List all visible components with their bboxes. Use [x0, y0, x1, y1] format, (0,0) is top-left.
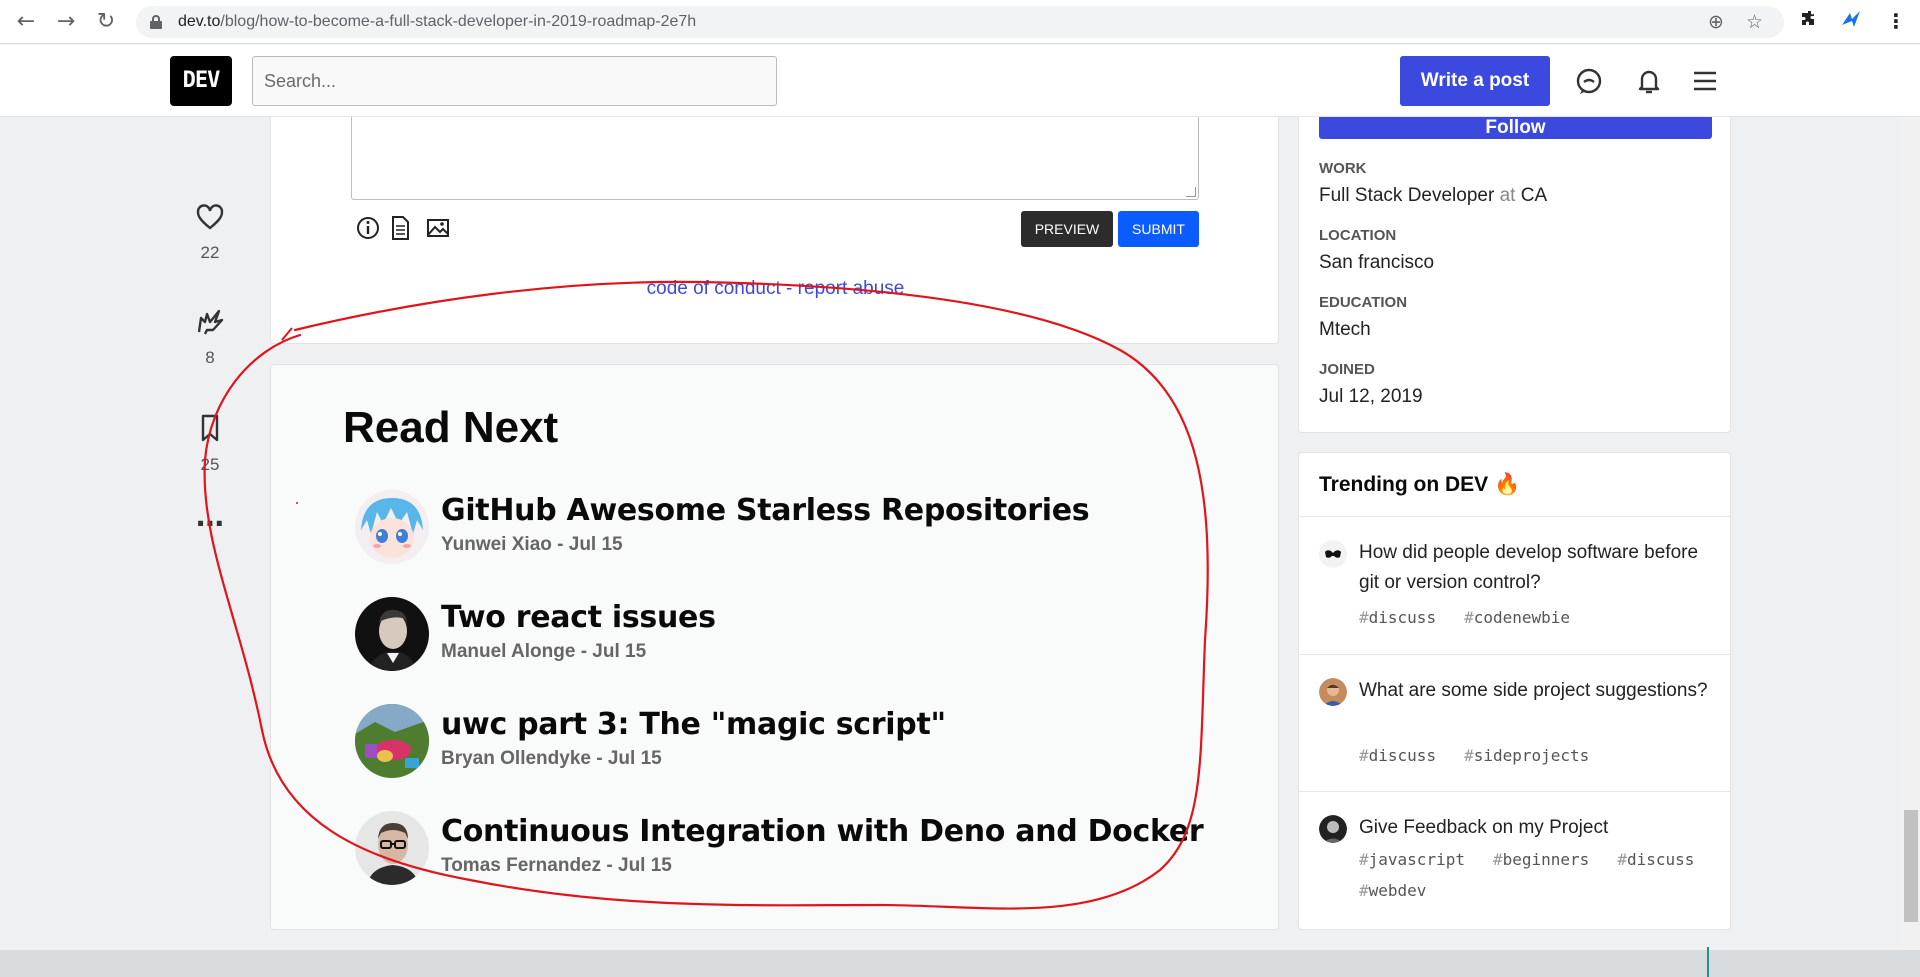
comment-form: PREVIEW SUBMIT code of conduct - report …	[270, 117, 1279, 344]
code-of-conduct-link[interactable]: code of conduct	[647, 278, 781, 299]
bookmark-reaction[interactable]: 25	[180, 413, 240, 475]
extensions-icon[interactable]	[1800, 9, 1820, 34]
preview-button[interactable]: PREVIEW	[1021, 211, 1113, 247]
follow-label: Follow	[1485, 117, 1546, 138]
author-profile-card: Follow WORK Full Stack Developer at CA L…	[1298, 117, 1731, 433]
location-value: San francisco	[1319, 252, 1435, 273]
read-next-meta: Tomas Fernandez - Jul 15	[441, 855, 672, 876]
heart-icon[interactable]	[195, 203, 225, 231]
trending-tags: #discuss #codenewbie	[1359, 602, 1709, 633]
reload-icon[interactable]: ↻	[92, 8, 120, 36]
chat-icon[interactable]	[1573, 65, 1605, 97]
menu-dots-icon[interactable]: ⋮	[1886, 9, 1906, 33]
read-next-item[interactable]: Continuous Integration with Deno and Doc…	[355, 811, 1235, 891]
tag-link[interactable]: #sideprojects	[1464, 746, 1603, 765]
document-template-icon[interactable]	[387, 215, 413, 241]
write-post-button[interactable]: Write a post	[1400, 56, 1550, 106]
submit-button[interactable]: SUBMIT	[1118, 211, 1199, 247]
joined-label: JOINED	[1319, 361, 1375, 378]
search-input[interactable]	[252, 56, 777, 106]
divider	[1299, 791, 1730, 792]
bottom-marker	[1707, 947, 1709, 977]
read-next-item[interactable]: uwc part 3: The "magic script" Bryan Oll…	[355, 704, 1235, 784]
browser-extension-icon[interactable]	[1840, 9, 1862, 34]
lock-icon[interactable]	[150, 15, 162, 29]
read-next-meta: Bryan Ollendyke - Jul 15	[441, 748, 662, 769]
tag-link[interactable]: #javascript	[1359, 850, 1479, 869]
comment-textarea[interactable]	[351, 117, 1199, 200]
back-icon[interactable]: ←	[12, 8, 40, 36]
work-label: WORK	[1319, 160, 1367, 177]
education-value: Mtech	[1319, 319, 1371, 340]
read-next-title[interactable]: uwc part 3: The "magic script"	[441, 707, 946, 742]
info-icon[interactable]	[355, 215, 381, 241]
read-next-item[interactable]: GitHub Awesome Starless Repositories Yun…	[355, 490, 1235, 570]
browser-toolbar: ← → ↻ dev.to/blog/how-to-become-a-full-s…	[0, 0, 1920, 44]
author-avatar[interactable]	[355, 490, 429, 564]
trending-on-dev: Trending on DEV 🔥 How did people develop…	[1298, 452, 1731, 930]
forward-icon[interactable]: →	[52, 8, 80, 36]
hamburger-menu-icon[interactable]	[1689, 65, 1721, 97]
trending-title[interactable]: How did people develop software before g…	[1359, 538, 1709, 598]
url-text[interactable]: dev.to/blog/how-to-become-a-full-stack-d…	[178, 13, 696, 31]
link-separator: -	[780, 278, 798, 299]
dev-logo[interactable]: DEV	[170, 56, 232, 106]
unicorn-count: 8	[205, 348, 215, 367]
author-avatar[interactable]	[355, 597, 429, 671]
author-avatar[interactable]	[355, 811, 429, 885]
divider	[1299, 516, 1730, 517]
address-bar[interactable]: dev.to/blog/how-to-become-a-full-stack-d…	[136, 6, 1784, 38]
tag-link[interactable]: #discuss	[1359, 746, 1450, 765]
tag-link[interactable]: #codenewbie	[1464, 608, 1584, 627]
trending-avatar[interactable]	[1319, 678, 1347, 706]
follow-button[interactable]: Follow	[1319, 117, 1712, 139]
education-label: EDUCATION	[1319, 294, 1408, 311]
bottom-strip	[0, 950, 1920, 977]
site-header: DEV Write a post	[0, 45, 1920, 117]
work-value: Full Stack Developer at CA	[1319, 185, 1548, 206]
notifications-bell-icon[interactable]	[1633, 65, 1665, 97]
joined-value: Jul 12, 2019	[1319, 386, 1423, 407]
trending-tags: #discuss #sideprojects	[1359, 740, 1709, 771]
scrollbar-thumb[interactable]	[1904, 810, 1918, 922]
author-avatar[interactable]	[355, 704, 429, 778]
tag-link[interactable]: #webdev	[1359, 881, 1440, 900]
tag-link[interactable]: #beginners	[1493, 850, 1603, 869]
unicorn-icon[interactable]	[195, 308, 225, 336]
bookmark-icon[interactable]	[195, 413, 225, 443]
unicorn-reaction[interactable]: 8	[180, 308, 240, 368]
read-next-item[interactable]: Two react issues Manuel Alonge - Jul 15	[355, 597, 1235, 677]
add-icon[interactable]: ⊕	[1708, 11, 1724, 33]
read-next-section: Read Next GitHub Awesome Starless Reposi…	[270, 364, 1279, 930]
heart-count: 22	[200, 243, 220, 262]
comment-footer-links: code of conduct - report abuse	[271, 278, 1280, 300]
trending-title[interactable]: Give Feedback on my Project	[1359, 813, 1709, 843]
trending-avatar[interactable]	[1319, 815, 1347, 843]
tag-link[interactable]: #discuss	[1359, 608, 1450, 627]
heart-reaction[interactable]: 22	[180, 203, 240, 263]
trending-avatar[interactable]	[1319, 540, 1347, 568]
trending-heading: Trending on DEV 🔥	[1319, 473, 1521, 496]
star-icon[interactable]: ☆	[1746, 11, 1763, 33]
divider	[1299, 654, 1730, 655]
read-next-title[interactable]: Two react issues	[441, 600, 716, 635]
read-next-heading: Read Next	[343, 403, 559, 452]
more-options-icon[interactable]: ⋯	[180, 510, 240, 538]
image-upload-icon[interactable]	[425, 215, 451, 241]
read-next-title[interactable]: GitHub Awesome Starless Repositories	[441, 493, 1090, 528]
read-next-meta: Yunwei Xiao - Jul 15	[441, 534, 623, 555]
read-next-meta: Manuel Alonge - Jul 15	[441, 641, 647, 662]
bookmark-count: 25	[200, 455, 220, 474]
report-abuse-link[interactable]: report abuse	[798, 278, 905, 299]
read-next-title[interactable]: Continuous Integration with Deno and Doc…	[441, 814, 1204, 849]
trending-title[interactable]: What are some side project suggestions?	[1359, 676, 1709, 706]
trending-tags: #javascript #beginners #discuss #webdev	[1359, 844, 1709, 906]
tag-link[interactable]: #discuss	[1617, 850, 1708, 869]
location-label: LOCATION	[1319, 227, 1397, 244]
